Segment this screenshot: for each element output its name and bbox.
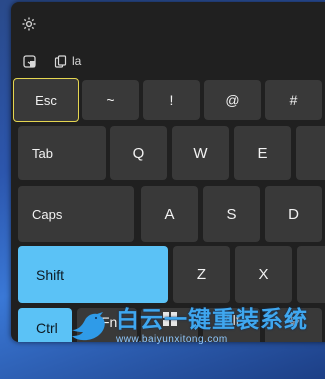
clipboard-item[interactable]: la xyxy=(54,54,81,68)
key-e[interactable]: E xyxy=(234,126,291,180)
key-a[interactable]: A xyxy=(141,186,198,242)
touch-keyboard-panel: la Esc ~ ! @ # Tab Q W E Caps A S D Shif… xyxy=(11,2,325,342)
clipboard-item-label: la xyxy=(72,54,82,68)
key-tilde[interactable]: ~ xyxy=(82,80,139,120)
key-esc-label: Esc xyxy=(35,92,57,108)
key-hash[interactable]: # xyxy=(265,80,322,120)
key-s-label: S xyxy=(226,205,237,223)
key-exclamation-label: ! xyxy=(169,92,174,108)
key-at[interactable]: @ xyxy=(204,80,261,120)
key-caps-label: Caps xyxy=(32,206,63,222)
key-esc[interactable]: Esc xyxy=(13,78,79,122)
key-exclamation[interactable]: ! xyxy=(143,80,200,120)
key-ctrl-label: Ctrl xyxy=(36,320,58,336)
key-ctrl[interactable]: Ctrl xyxy=(18,308,72,342)
key-tilde-label: ~ xyxy=(106,92,115,108)
key-x[interactable]: X xyxy=(235,246,292,303)
bird-logo-icon xyxy=(72,312,105,341)
key-w[interactable]: W xyxy=(172,126,229,180)
settings-icon[interactable] xyxy=(21,16,37,32)
key-e-label: E xyxy=(257,144,268,162)
key-w-label: W xyxy=(193,144,208,162)
key-q[interactable]: Q xyxy=(110,126,167,180)
key-at-label: @ xyxy=(225,92,240,108)
key-d[interactable]: D xyxy=(265,186,322,242)
key-shift-label: Shift xyxy=(36,266,65,283)
clipboard-icon xyxy=(54,54,67,68)
emoji-button[interactable] xyxy=(23,54,36,68)
key-hash-label: # xyxy=(289,92,298,108)
watermark-title: 白云一键重装系统 xyxy=(116,307,308,333)
key-tab[interactable]: Tab xyxy=(18,126,106,180)
key-d-label: D xyxy=(288,205,299,223)
key-z-label: Z xyxy=(196,266,207,283)
watermark-url: www.baiyunxitong.com xyxy=(116,334,228,345)
key-r-partial[interactable] xyxy=(296,126,325,180)
key-q-label: Q xyxy=(132,144,145,162)
key-a-label: A xyxy=(164,205,175,223)
key-tab-label: Tab xyxy=(32,145,53,161)
key-c-partial[interactable] xyxy=(297,246,325,303)
key-x-label: X xyxy=(258,266,269,283)
emoji-icon xyxy=(23,54,36,68)
key-shift[interactable]: Shift xyxy=(18,246,168,303)
suggestion-bar: la xyxy=(23,52,81,70)
key-z[interactable]: Z xyxy=(173,246,230,303)
key-caps[interactable]: Caps xyxy=(18,186,134,242)
watermark: 白云一键重装系统 www.baiyunxitong.com xyxy=(70,307,325,347)
key-s[interactable]: S xyxy=(203,186,260,242)
